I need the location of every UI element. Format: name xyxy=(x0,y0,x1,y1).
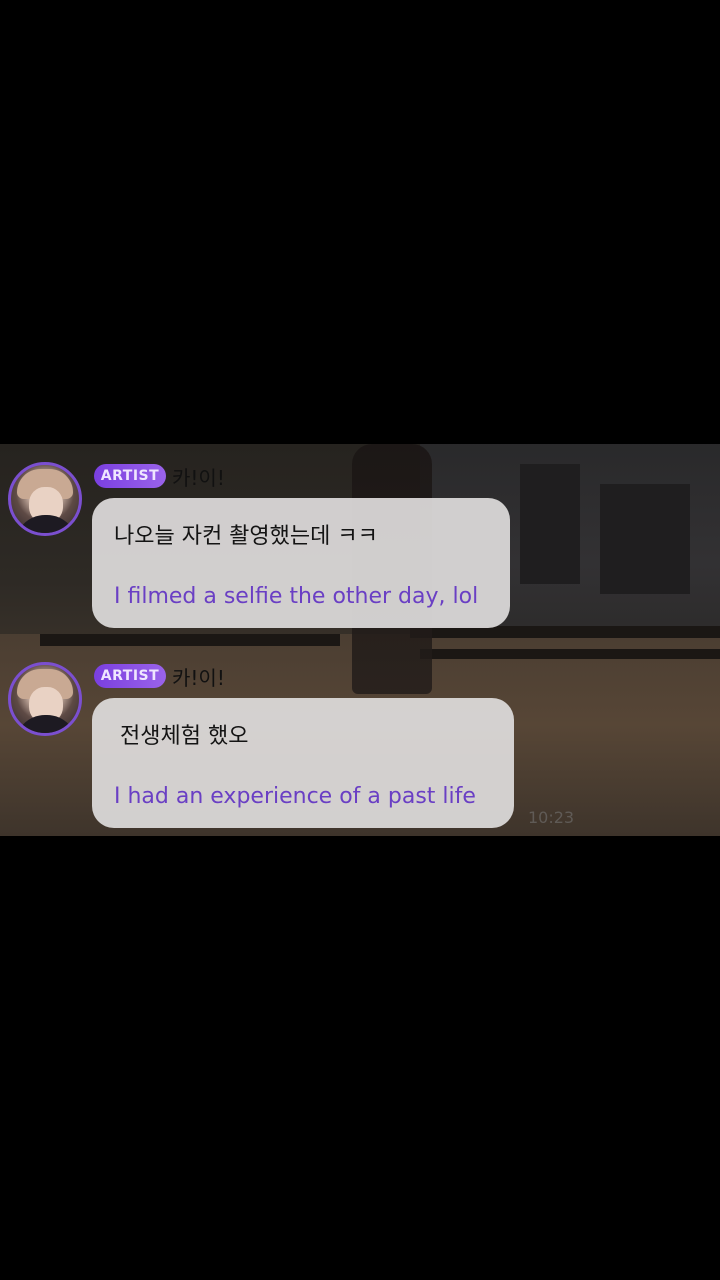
sender-name[interactable]: 카!이! xyxy=(172,662,225,691)
building-silhouette xyxy=(520,464,580,584)
message-translation: I filmed a selfie the other day, lol xyxy=(114,584,479,609)
rooftop-railing xyxy=(420,649,720,659)
artist-badge: ARTIST xyxy=(94,664,166,688)
rooftop-railing xyxy=(40,634,340,646)
avatar-shirt xyxy=(15,515,77,533)
message-bubble[interactable]: 나오늘 자컨 촬영했는데 ㅋㅋ I filmed a selfie the ot… xyxy=(92,498,510,628)
sender-name[interactable]: 카!이! xyxy=(172,462,225,491)
message-translation: I had an experience of a past life xyxy=(114,784,476,809)
message-text-korean: 전생체험 했오 xyxy=(120,724,249,749)
message-text-korean: 나오늘 자컨 촬영했는데 ㅋㅋ xyxy=(114,524,378,549)
building-silhouette xyxy=(600,484,690,594)
artist-avatar[interactable] xyxy=(8,462,82,536)
artist-avatar[interactable] xyxy=(8,662,82,736)
avatar-shirt xyxy=(15,715,77,733)
artist-badge: ARTIST xyxy=(94,464,166,488)
message-bubble[interactable]: 전생체험 했오 I had an experience of a past li… xyxy=(92,698,514,828)
video-timestamp: 10:23 xyxy=(528,808,575,827)
